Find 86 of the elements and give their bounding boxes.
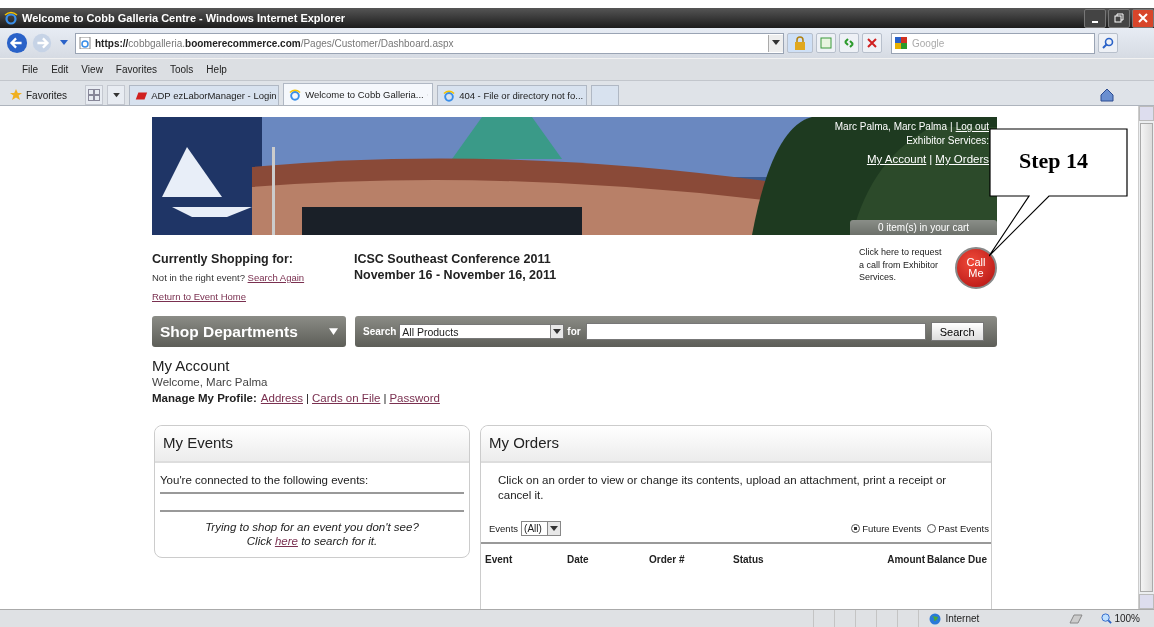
close-icon — [1138, 13, 1148, 23]
shopping-label: Currently Shopping for: — [152, 252, 294, 266]
events-intro: You're connected to the following events: — [160, 468, 464, 494]
browser-logo-icon — [442, 89, 457, 102]
events-hint: Trying to shop for an event you don't see? — [204, 520, 420, 534]
back-button[interactable] — [6, 32, 28, 54]
link-separator: | — [929, 152, 933, 166]
stop-icon[interactable] — [862, 33, 882, 53]
profile-label: Manage My Profile: — [152, 391, 257, 405]
restore-icon — [1114, 13, 1124, 23]
here-link[interactable]: here — [274, 535, 298, 547]
column-header: Balance Due — [925, 554, 987, 565]
user-name: Marc Palma, Marc Palma — [834, 120, 947, 134]
panel-title: My Events — [155, 426, 469, 463]
events-filter-label: Events — [489, 523, 519, 534]
browser-logo-icon — [288, 88, 303, 101]
refresh-icon[interactable] — [839, 33, 859, 53]
caret-icon — [112, 92, 120, 98]
search-icon[interactable] — [1098, 33, 1118, 53]
link-separator: | — [383, 391, 387, 405]
profile-link[interactable]: Password — [389, 391, 440, 405]
column-header: Event — [485, 554, 514, 565]
globe-icon — [929, 612, 942, 625]
window-title: Welcome to Cobb Galleria Centre - Windows Internet Explorer — [22, 12, 346, 24]
column-header: Amount — [886, 554, 925, 565]
restore-button[interactable] — [1108, 8, 1130, 28]
zoom-button[interactable]: 100% — [1101, 613, 1140, 624]
header-link[interactable]: My Orders — [935, 152, 989, 166]
minimize-button[interactable] — [1084, 8, 1106, 28]
history-dropdown-icon[interactable] — [60, 40, 68, 46]
favorites-button[interactable]: Favorites — [10, 85, 68, 105]
link-separator: | — [950, 120, 953, 134]
browser-tab[interactable]: 404 - File or directory not fo... — [437, 85, 588, 105]
magnifier-icon — [1101, 613, 1113, 624]
column-header: Date — [567, 554, 590, 565]
search-button[interactable]: Search — [930, 322, 984, 341]
logout-link[interactable]: Log out — [955, 120, 989, 134]
event-radio[interactable]: Past Events — [927, 523, 989, 534]
close-button[interactable] — [1132, 8, 1154, 28]
browser-tab[interactable]: Welcome to Cobb Galleria... — [283, 83, 434, 105]
call-me-text: Click here to request a call from Exhibitor Services. — [859, 246, 943, 284]
menu-item[interactable]: Edit — [51, 64, 69, 75]
services-label: Exhibitor Services: — [905, 134, 989, 148]
panel-title: My Orders — [481, 426, 991, 463]
caret-icon — [772, 40, 780, 46]
browser-logo-icon — [4, 11, 18, 25]
event-name: ICSC Southeast Conference 2011 — [354, 251, 552, 267]
menu-item[interactable]: File — [22, 64, 39, 75]
account-title: My Account — [152, 357, 231, 375]
browser-tab[interactable]: ADP ezLaborManager - Login — [129, 85, 280, 105]
menu-item[interactable]: Favorites — [115, 64, 157, 75]
address-field[interactable]: https://cobbgalleria.boomerecommerce.com/Pages/Customer/Dashboard.aspx — [75, 32, 784, 54]
scrollbar[interactable] — [1138, 106, 1154, 609]
column-header: Status — [733, 554, 765, 565]
column-header: Order # — [649, 554, 686, 565]
search-label: Search — [363, 326, 397, 337]
event-hint: Not in the right event? Search Again — [152, 272, 306, 283]
search-again-link[interactable]: Search Again — [247, 272, 305, 283]
header-link[interactable]: My Account — [866, 152, 927, 166]
orders-intro: Click on an order to view or change its contents, upload an attachment, print a receipt or cancel it. — [497, 473, 948, 503]
event-dates: November 16 - November 16, 2011 — [354, 267, 557, 283]
minimize-icon — [1092, 20, 1098, 23]
link-separator: | — [306, 391, 309, 405]
cart-tab[interactable]: 0 item(s) in your cart — [850, 220, 997, 235]
shop-departments-button[interactable]: Shop Departments — [152, 316, 346, 347]
return-link[interactable]: Return to Event Home — [152, 291, 246, 302]
menu-item[interactable]: View — [81, 64, 103, 75]
category-dropdown[interactable]: All Products — [399, 324, 565, 339]
events-filter-dropdown[interactable]: (All) — [521, 521, 562, 536]
welcome-text: Welcome, Marc Palma — [152, 375, 269, 389]
call-me-button[interactable]: Call Me — [955, 247, 997, 289]
profile-link[interactable]: Address — [260, 391, 303, 405]
search-input[interactable] — [585, 323, 926, 340]
profile-link[interactable]: Cards on File — [312, 391, 381, 405]
caret-icon — [329, 328, 338, 335]
tab-list-button[interactable] — [107, 85, 126, 105]
star-icon — [10, 89, 22, 101]
menu-item[interactable]: Help — [206, 64, 227, 75]
menu-item[interactable]: Tools — [170, 64, 194, 75]
address-dropdown-button[interactable] — [768, 34, 783, 52]
search-hint: Click here to search for it. — [245, 534, 379, 548]
event-radio[interactable]: Future Events — [851, 523, 922, 534]
security-zone: Internet — [918, 610, 1030, 627]
for-label: for — [567, 326, 581, 337]
page-icon — [79, 37, 91, 49]
callout-text: Step 14 — [1019, 148, 1089, 174]
